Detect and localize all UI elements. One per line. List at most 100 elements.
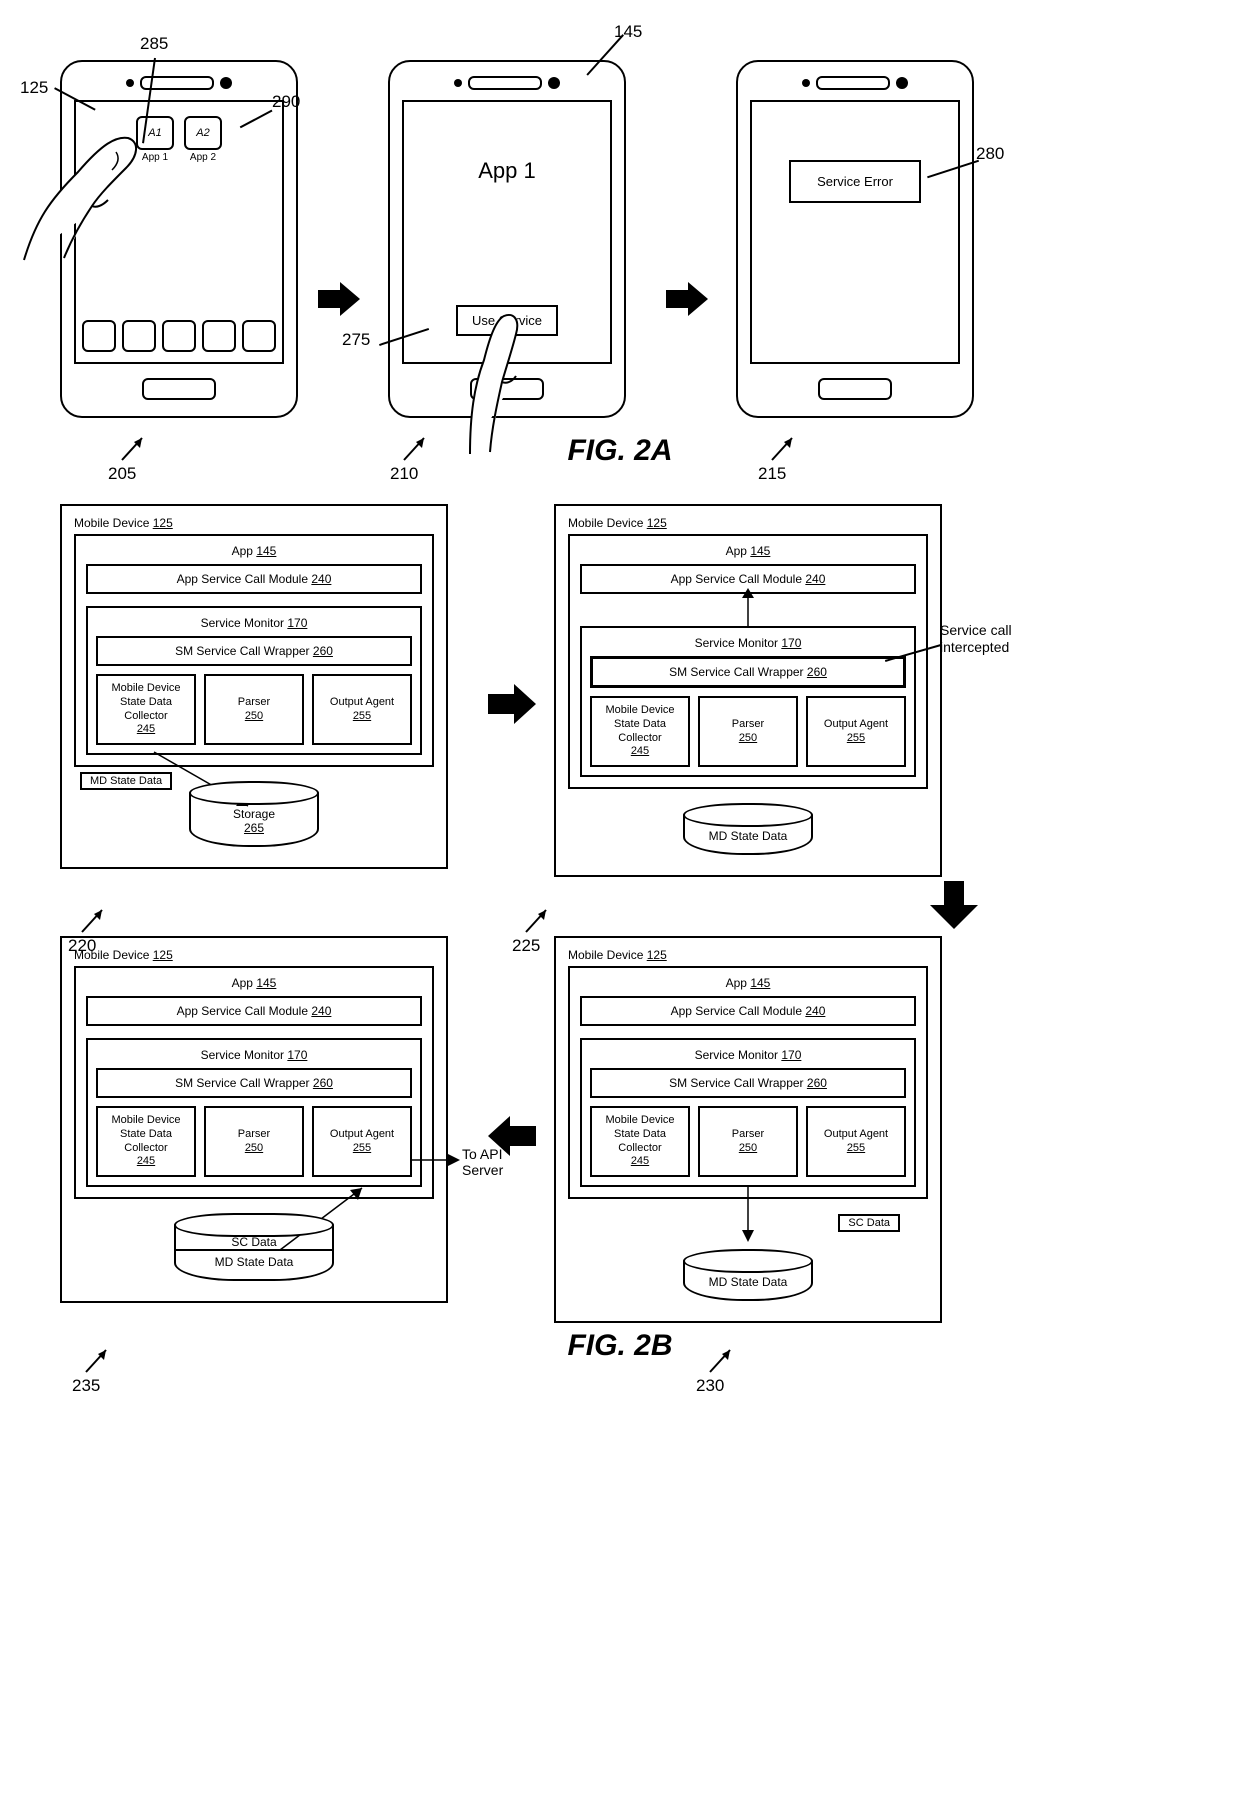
ref-275: 275 [342,330,370,350]
mobile-device-box: Mobile Device 125 App 145 App Service Ca… [60,936,448,1303]
flow-arrow-right-icon [488,684,536,724]
speaker-icon [140,76,214,90]
dock-icon[interactable] [242,320,276,352]
app-icon-2[interactable]: A2 [184,116,222,150]
app-label-2: App 2 [184,152,222,163]
app-label: App 145 [580,976,916,990]
camera-dot-icon [896,77,908,89]
figure-title-2a: FIG. 2A [30,434,1210,468]
ref-235: 235 [72,1376,100,1396]
mobile-device-label: Mobile Device 125 [74,516,434,530]
dock-icon[interactable] [202,320,236,352]
ref-205: 205 [108,464,136,484]
mobile-device-label: Mobile Device 125 [568,948,928,962]
service-monitor-label: Service Monitor 170 [590,1048,906,1062]
service-monitor-box: Service Monitor 170 SM Service Call Wrap… [580,626,916,777]
ref-arrow-225 [520,902,556,938]
panel-235: Mobile Device 125 App 145 App Service Ca… [30,936,470,1303]
sm-wrapper: SM Service Call Wrapper 260 [96,1068,412,1098]
md-state-label: MD State Data [709,1275,788,1289]
service-monitor-label: Service Monitor 170 [590,636,906,650]
speaker-icon [816,76,890,90]
storage-cylinder: MD State Data [683,803,813,855]
phone-frame: Service Error [736,60,974,418]
phone-top [402,76,612,90]
service-call-intercepted-note: Service call intercepted [940,622,1050,656]
md-state-label: MD State Data [709,829,788,843]
dock-icon[interactable] [82,320,116,352]
sensor-dot-icon [454,79,462,87]
storage-cylinder: MD State Data [683,1249,813,1301]
state-data-collector: Mobile Device State Data Collector 245 [96,1106,196,1177]
service-monitor-label: Service Monitor 170 [96,616,412,630]
state-data-collector: Mobile Device State Data Collector 245 [96,674,196,745]
fig2b-row2: Mobile Device 125 App 145 App Service Ca… [30,936,1210,1323]
flow-arrow-right-icon [666,282,708,316]
panel-220: Mobile Device 125 App 145 App Service Ca… [30,504,470,869]
camera-dot-icon [220,77,232,89]
state-data-collector: Mobile Device State Data Collector 245 [590,696,690,767]
parser-box: Parser250 [204,674,304,745]
ref-285: 285 [140,34,168,54]
app-service-call-module: App Service Call Module 240 [86,996,422,1026]
app-label: App 145 [86,976,422,990]
arrow-to-api-icon [410,1152,460,1168]
arrow-wrapper-to-module-icon [740,588,756,628]
phone-screen: Service Error [750,100,960,364]
ref-arrow-215 [766,430,802,466]
mobile-device-label: Mobile Device 125 [74,948,434,962]
parser-box: Parser250 [204,1106,304,1177]
output-agent-box: Output Agent255 [806,1106,906,1177]
sm-wrapper: SM Service Call Wrapper 260 [96,636,412,666]
speaker-icon [468,76,542,90]
phone-state-1: 285 125 290 A1 App 1 A2 App 2 [30,40,300,418]
app-box: App 145 App Service Call Module 240 Serv… [74,966,434,1199]
phone-top [74,76,284,90]
home-button[interactable] [142,378,216,400]
mobile-device-box: Mobile Device 125 App 145 App Service Ca… [554,936,942,1323]
app-service-call-module: App Service Call Module 240 [86,564,422,594]
output-agent-box: Output Agent255 [806,696,906,767]
ref-215: 215 [758,464,786,484]
ref-225: 225 [512,936,540,956]
fig2b-row1: Mobile Device 125 App 145 App Service Ca… [30,504,1210,877]
service-monitor-box: Service Monitor 170 SM Service Call Wrap… [86,1038,422,1187]
panel-225: Service call intercepted Mobile Device 1… [554,504,994,877]
storage-cylinder: Storage265 [189,781,319,847]
ref-arrow-210 [398,430,434,466]
arrow-parser-to-storage-icon [740,1186,756,1242]
storage-cylinder: SC Data MD State Data [174,1213,334,1281]
sm-wrapper: SM Service Call Wrapper 260 [590,656,906,688]
camera-dot-icon [548,77,560,89]
sc-data-flag: SC Data [838,1214,900,1232]
app-label: App 145 [580,544,916,558]
ref-arrow-235 [80,1342,116,1378]
ref-210: 210 [390,464,418,484]
ref-arrow-220 [76,902,112,938]
dock-icon[interactable] [162,320,196,352]
service-monitor-box: Service Monitor 170 SM Service Call Wrap… [580,1038,916,1187]
ref-280: 280 [976,144,1004,164]
storage-label: Storage [233,807,275,821]
sm-wrapper: SM Service Call Wrapper 260 [590,1068,906,1098]
flow-arrow-down-icon [930,881,978,932]
parser-box: Parser250 [698,696,798,767]
hand-pointer-icon [440,276,540,456]
phone-top [750,76,960,90]
sc-data-label: SC Data [180,1235,328,1249]
output-agent-box: Output Agent255 [312,1106,412,1177]
output-agent-box: Output Agent255 [312,674,412,745]
mobile-device-box: Mobile Device 125 App 145 App Service Ca… [60,504,448,869]
sensor-dot-icon [126,79,134,87]
dock-icon[interactable] [122,320,156,352]
service-error-box: Service Error [789,160,921,203]
state-data-collector: Mobile Device State Data Collector 245 [590,1106,690,1177]
ref-125: 125 [20,78,48,98]
ref-arrow-205 [116,430,152,466]
parser-box: Parser250 [698,1106,798,1177]
flow-arrow-right-icon [318,282,360,316]
to-api-server-note: To API Server [462,1146,503,1178]
home-button[interactable] [818,378,892,400]
app-label: App 145 [86,544,422,558]
app-box: App 145 App Service Call Module 240 Serv… [568,534,928,789]
